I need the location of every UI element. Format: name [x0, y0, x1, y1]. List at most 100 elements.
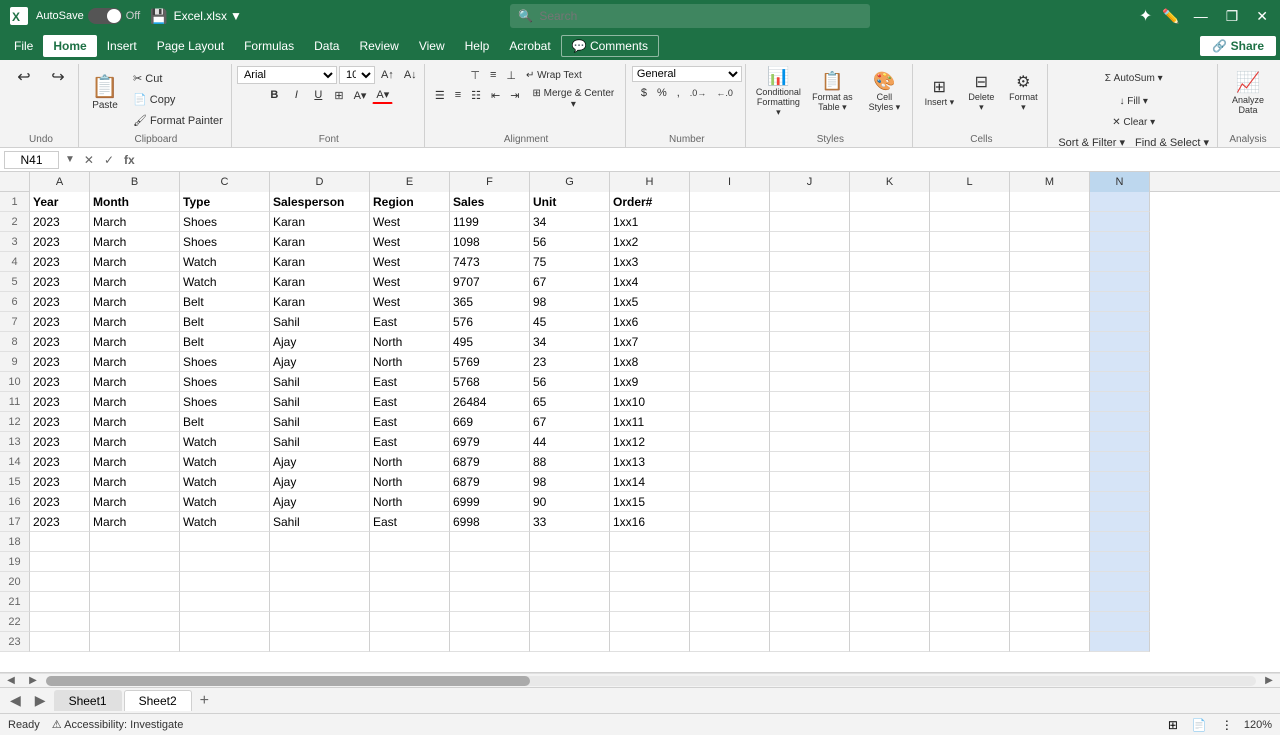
cell-e11[interactable]: East — [370, 392, 450, 412]
cell-k7[interactable] — [850, 312, 930, 332]
sheet-tab-nav-prev[interactable]: ◀ — [4, 690, 27, 711]
cell-j6[interactable] — [770, 292, 850, 312]
cell-f20[interactable] — [450, 572, 530, 592]
filename-dropdown[interactable]: Excel.xlsx ▼ — [174, 9, 242, 23]
cell-m20[interactable] — [1010, 572, 1090, 592]
cell-c12[interactable]: Belt — [180, 412, 270, 432]
cell-h16[interactable]: 1xx15 — [610, 492, 690, 512]
cell-e22[interactable] — [370, 612, 450, 632]
cell-m7[interactable] — [1010, 312, 1090, 332]
cell-l4[interactable] — [930, 252, 1010, 272]
menu-item-help[interactable]: Help — [455, 35, 500, 57]
cell-n23[interactable] — [1090, 632, 1150, 652]
copy-button[interactable]: 📄 Copy — [129, 89, 227, 109]
cell-k22[interactable] — [850, 612, 930, 632]
cell-c13[interactable]: Watch — [180, 432, 270, 452]
cell-a23[interactable] — [30, 632, 90, 652]
cell-m3[interactable] — [1010, 232, 1090, 252]
sheet-tab-sheet2[interactable]: Sheet2 — [124, 690, 192, 711]
cell-b9[interactable]: March — [90, 352, 180, 372]
row-number[interactable]: 8 — [0, 332, 30, 352]
cell-h5[interactable]: 1xx4 — [610, 272, 690, 292]
row-number[interactable]: 2 — [0, 212, 30, 232]
row-number[interactable]: 21 — [0, 592, 30, 612]
cell-d3[interactable]: Karan — [270, 232, 370, 252]
cell-n14[interactable] — [1090, 452, 1150, 472]
row-number[interactable]: 5 — [0, 272, 30, 292]
cell-b12[interactable]: March — [90, 412, 180, 432]
row-number[interactable]: 11 — [0, 392, 30, 412]
cell-f22[interactable] — [450, 612, 530, 632]
redo-button[interactable]: ↪ — [42, 66, 74, 88]
cell-a14[interactable]: 2023 — [30, 452, 90, 472]
cell-d8[interactable]: Ajay — [270, 332, 370, 352]
cell-l16[interactable] — [930, 492, 1010, 512]
cell-m22[interactable] — [1010, 612, 1090, 632]
cell-f18[interactable] — [450, 532, 530, 552]
cell-k21[interactable] — [850, 592, 930, 612]
cell-g13[interactable]: 44 — [530, 432, 610, 452]
cell-i11[interactable] — [690, 392, 770, 412]
cell-d13[interactable]: Sahil — [270, 432, 370, 452]
cell-h20[interactable] — [610, 572, 690, 592]
cell-g19[interactable] — [530, 552, 610, 572]
italic-button[interactable]: I — [286, 86, 306, 104]
cell-n15[interactable] — [1090, 472, 1150, 492]
normal-view-button[interactable]: ⊞ — [1165, 717, 1181, 733]
cell-m5[interactable] — [1010, 272, 1090, 292]
cell-m15[interactable] — [1010, 472, 1090, 492]
cell-n20[interactable] — [1090, 572, 1150, 592]
cell-h23[interactable] — [610, 632, 690, 652]
col-header-f[interactable]: F — [450, 172, 530, 192]
cell-k8[interactable] — [850, 332, 930, 352]
cell-h13[interactable]: 1xx12 — [610, 432, 690, 452]
cell-f14[interactable]: 6879 — [450, 452, 530, 472]
cell-j11[interactable] — [770, 392, 850, 412]
cell-i2[interactable] — [690, 212, 770, 232]
cell-e19[interactable] — [370, 552, 450, 572]
cell-h17[interactable]: 1xx16 — [610, 512, 690, 532]
cell-m17[interactable] — [1010, 512, 1090, 532]
autosave-toggle[interactable]: AutoSave Off — [36, 8, 140, 24]
cell-g12[interactable]: 67 — [530, 412, 610, 432]
cell-c21[interactable] — [180, 592, 270, 612]
cell-e23[interactable] — [370, 632, 450, 652]
cell-l3[interactable] — [930, 232, 1010, 252]
row-number[interactable]: 19 — [0, 552, 30, 572]
cell-g2[interactable]: 34 — [530, 212, 610, 232]
align-center-button[interactable]: ≡ — [451, 86, 465, 104]
cell-d9[interactable]: Ajay — [270, 352, 370, 372]
sheet-nav-right[interactable]: ▶ — [22, 675, 44, 686]
cell-a22[interactable] — [30, 612, 90, 632]
align-left-button[interactable]: ☰ — [431, 86, 449, 104]
col-header-g[interactable]: G — [530, 172, 610, 192]
cell-g14[interactable]: 88 — [530, 452, 610, 472]
cell-a12[interactable]: 2023 — [30, 412, 90, 432]
cell-f5[interactable]: 9707 — [450, 272, 530, 292]
cell-b18[interactable] — [90, 532, 180, 552]
cell-f11[interactable]: 26484 — [450, 392, 530, 412]
cell-f13[interactable]: 6979 — [450, 432, 530, 452]
cell-reference-box[interactable] — [4, 151, 59, 169]
cell-b13[interactable]: March — [90, 432, 180, 452]
wrap-text-button[interactable]: ↵ Wrap Text — [522, 66, 586, 84]
cell-b16[interactable]: March — [90, 492, 180, 512]
cell-c7[interactable]: Belt — [180, 312, 270, 332]
cell-d14[interactable]: Ajay — [270, 452, 370, 472]
cell-i20[interactable] — [690, 572, 770, 592]
cell-a9[interactable]: 2023 — [30, 352, 90, 372]
col-header-b[interactable]: B — [90, 172, 180, 192]
cell-l11[interactable] — [930, 392, 1010, 412]
cell-m14[interactable] — [1010, 452, 1090, 472]
cell-b17[interactable]: March — [90, 512, 180, 532]
cell-j23[interactable] — [770, 632, 850, 652]
row-number[interactable]: 20 — [0, 572, 30, 592]
cell-c2[interactable]: Shoes — [180, 212, 270, 232]
cell-h10[interactable]: 1xx9 — [610, 372, 690, 392]
cell-j22[interactable] — [770, 612, 850, 632]
cell-d11[interactable]: Sahil — [270, 392, 370, 412]
cell-e2[interactable]: West — [370, 212, 450, 232]
dollar-button[interactable]: $ — [637, 84, 651, 102]
cell-n6[interactable] — [1090, 292, 1150, 312]
minimize-button[interactable]: — — [1190, 8, 1212, 24]
